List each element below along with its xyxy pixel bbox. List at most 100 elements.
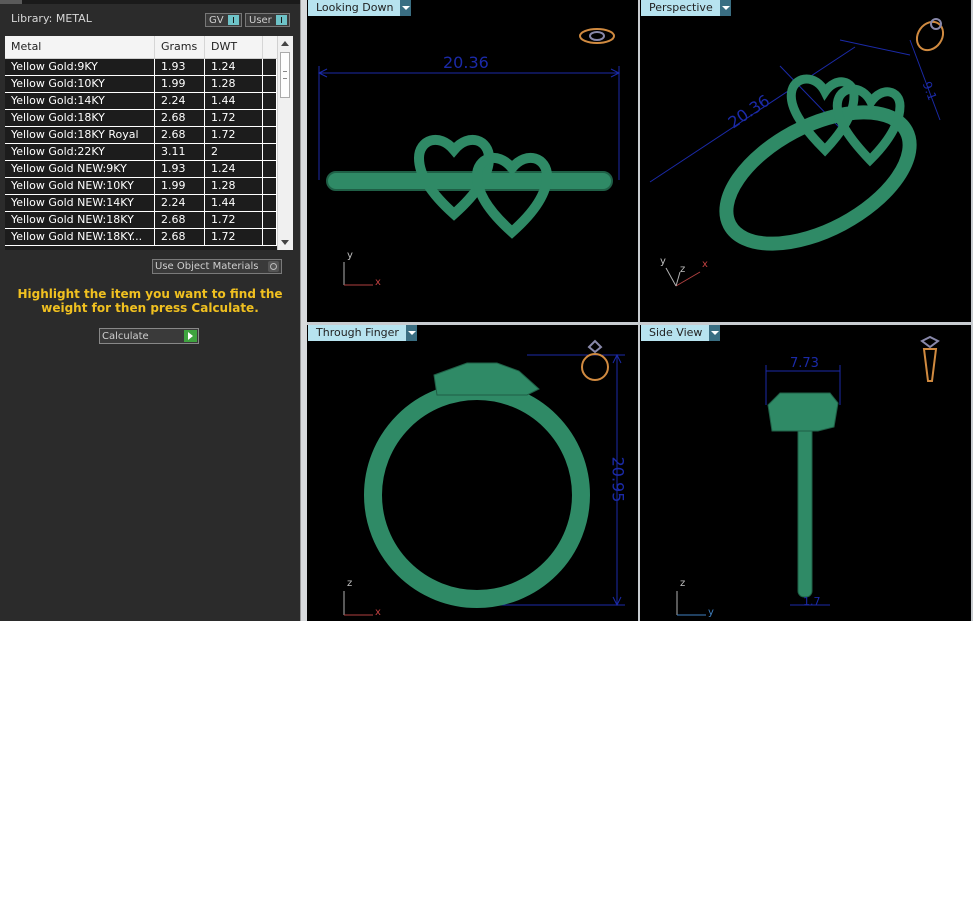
axis-indicator	[676, 591, 706, 616]
through-finger-canvas	[343, 339, 625, 616]
axis-label-y: y	[660, 256, 666, 267]
table-row[interactable]: Yellow Gold:14KY 2.24 1.44	[5, 93, 277, 110]
gv-toggle[interactable]: GV	[205, 13, 242, 27]
cell-dwt: 2	[205, 144, 263, 160]
scroll-thumb[interactable]	[280, 52, 290, 98]
table-scrollbar[interactable]	[277, 36, 293, 250]
cell-grams: 2.24	[155, 93, 205, 109]
viewport-perspective[interactable]: 20.36 9.1 y z x Perspective	[640, 0, 971, 322]
toggle-switch-icon	[228, 15, 239, 25]
hearts-model	[767, 392, 839, 432]
cell-grams: 2.68	[155, 127, 205, 143]
cell-empty	[263, 161, 277, 177]
cell-metal: Yellow Gold:9KY	[5, 59, 155, 75]
viewport-title: Through Finger	[316, 326, 399, 339]
viewport-label-side-view[interactable]: Side View	[641, 325, 721, 341]
dimension-width: 20.36	[443, 53, 489, 72]
use-object-materials-button[interactable]: Use Object Materials	[152, 259, 282, 274]
table-row-partial[interactable]	[5, 246, 277, 250]
table-row[interactable]: Yellow Gold:18KY 2.68 1.72	[5, 110, 277, 127]
viewport-label-perspective[interactable]: Perspective	[641, 0, 731, 16]
calculate-button[interactable]: Calculate	[99, 328, 199, 344]
axis-label-x: x	[702, 259, 708, 270]
column-header-metal[interactable]: Metal	[5, 36, 155, 58]
metal-table: Metal Grams DWT Yellow Gold:9KY 1.93 1.24 …	[5, 36, 293, 250]
table-row[interactable]: Yellow Gold NEW:9KY 1.93 1.24	[5, 161, 277, 178]
cell-metal: Yellow Gold NEW:14KY	[5, 195, 155, 211]
viewport-label-through-finger[interactable]: Through Finger	[308, 325, 417, 341]
cell-empty	[263, 93, 277, 109]
viewport-label-looking-down[interactable]: Looking Down	[308, 0, 412, 16]
cell-empty	[263, 212, 277, 228]
cell-empty	[263, 110, 277, 126]
cell-dwt: 1.24	[205, 59, 263, 75]
cell-dwt: 1.44	[205, 93, 263, 109]
gv-toggle-label: GV	[209, 15, 224, 26]
library-title: Library: METAL	[11, 12, 92, 25]
column-header-dwt[interactable]: DWT	[205, 36, 263, 58]
viewport-title: Perspective	[649, 1, 713, 14]
ring-model	[364, 382, 590, 608]
axis-indicator	[343, 591, 373, 616]
cell-grams: 1.93	[155, 59, 205, 75]
scroll-down-icon[interactable]	[281, 240, 289, 245]
cell-metal: Yellow Gold:18KY Royal	[5, 127, 155, 143]
cell-grams: 2.68	[155, 229, 205, 245]
viewport-title: Side View	[649, 326, 703, 339]
cell-grams: 1.99	[155, 178, 205, 194]
table-row[interactable]: Yellow Gold:18KY Royal 2.68 1.72	[5, 127, 277, 144]
panel-tab[interactable]	[0, 0, 22, 4]
panel-splitter[interactable]	[300, 0, 307, 621]
table-row[interactable]: Yellow Gold NEW:18KY 2.68 1.72	[5, 212, 277, 229]
column-header-grams[interactable]: Grams	[155, 36, 205, 58]
scroll-up-icon[interactable]	[281, 41, 289, 46]
cell-empty	[263, 59, 277, 75]
view-cube-ring-icon	[920, 335, 940, 382]
table-row[interactable]: Yellow Gold NEW:18KY... 2.68 1.72	[5, 229, 277, 246]
app-window: Library: METAL GV User Metal Grams DWT Y…	[0, 0, 973, 621]
dimension-thickness: 1.7	[803, 595, 821, 608]
user-toggle[interactable]: User	[245, 13, 290, 27]
cell-metal: Yellow Gold:22KY	[5, 144, 155, 160]
dimension-height: 20.95	[608, 456, 628, 503]
cell-dwt: 1.72	[205, 229, 263, 245]
cell-metal: Yellow Gold NEW:18KY	[5, 212, 155, 228]
viewport-through-finger[interactable]: 20.95 z x Through Finger	[307, 325, 638, 621]
cell-empty	[263, 229, 277, 245]
cell-metal: Yellow Gold:18KY	[5, 110, 155, 126]
view-cube-ring-icon	[581, 339, 609, 381]
cell-grams: 2.68	[155, 212, 205, 228]
dimension-line	[317, 66, 621, 180]
table-row[interactable]: Yellow Gold NEW:10KY 1.99 1.28	[5, 178, 277, 195]
dropdown-arrow-icon[interactable]	[400, 0, 412, 16]
cell-dwt: 1.28	[205, 76, 263, 92]
dropdown-arrow-icon[interactable]	[719, 0, 731, 16]
viewport-looking-down[interactable]: 20.36 y x Looking Down	[307, 0, 638, 322]
perspective-canvas	[649, 18, 945, 287]
axis-label-x: x	[375, 607, 381, 618]
cell-dwt: 1.72	[205, 127, 263, 143]
view-cube-ring-icon	[579, 28, 615, 44]
cell-grams: 3.11	[155, 144, 205, 160]
cell-metal: Yellow Gold:14KY	[5, 93, 155, 109]
table-row[interactable]: Yellow Gold:22KY 3.11 2	[5, 144, 277, 161]
cell-dwt: 1.44	[205, 195, 263, 211]
table-row[interactable]: Yellow Gold:10KY 1.99 1.28	[5, 76, 277, 93]
ring-model	[326, 171, 613, 191]
dropdown-arrow-icon[interactable]	[709, 325, 721, 341]
radio-icon	[268, 261, 279, 272]
axis-label-y: y	[708, 607, 714, 618]
cell-grams: 2.68	[155, 110, 205, 126]
dropdown-arrow-icon[interactable]	[405, 325, 417, 341]
cell-metal: Yellow Gold:10KY	[5, 76, 155, 92]
table-body: Yellow Gold:9KY 1.93 1.24 Yellow Gold:10KY…	[5, 59, 277, 250]
axis-label-z: z	[680, 264, 686, 275]
cell-empty	[263, 144, 277, 160]
axis-label-z: z	[347, 578, 353, 589]
table-row[interactable]: Yellow Gold:9KY 1.93 1.24	[5, 59, 277, 76]
viewport-side-view[interactable]: 7.73 1.7 z y Side View	[640, 325, 971, 621]
axis-label-y: y	[347, 250, 353, 261]
cell-empty	[263, 127, 277, 143]
play-arrow-icon	[184, 330, 197, 342]
table-row[interactable]: Yellow Gold NEW:14KY 2.24 1.44	[5, 195, 277, 212]
